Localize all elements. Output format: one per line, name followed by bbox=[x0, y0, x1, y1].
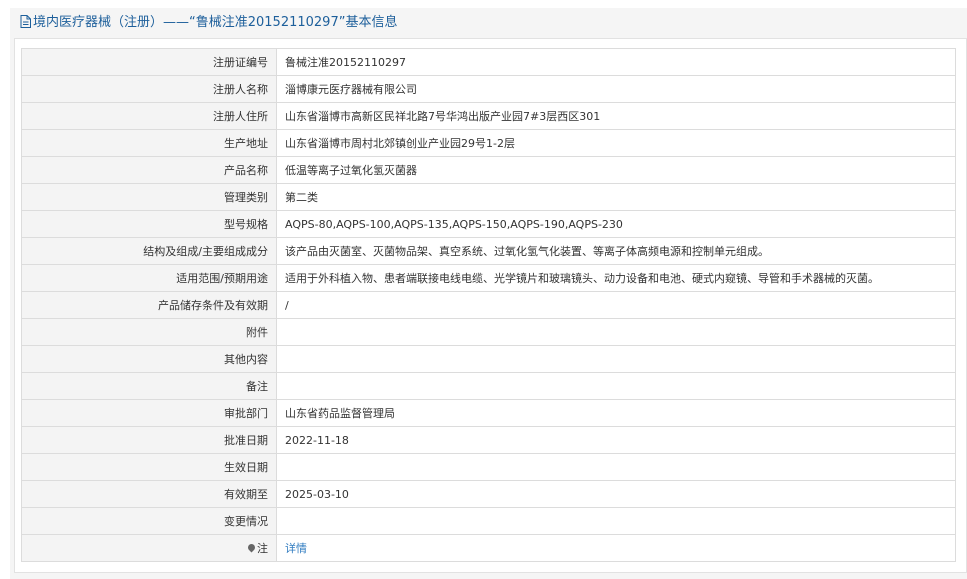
row-label: 变更情况 bbox=[21, 507, 277, 535]
table-row: 有效期至 2025-03-10 bbox=[21, 480, 956, 508]
page-header: 境内医疗器械（注册）——“鲁械注准20152110297”基本信息 bbox=[10, 8, 967, 38]
info-panel: 注册证编号 鲁械注准20152110297 注册人名称 淄博康元医疗器械有限公司 注册人… bbox=[14, 38, 967, 573]
row-value: 第二类 bbox=[276, 183, 956, 211]
row-value: 山东省淄博市周村北郊镇创业产业园29号1-2层 bbox=[276, 129, 956, 157]
table-row: 管理类别 第二类 bbox=[21, 183, 956, 211]
table-row: 适用范围/预期用途 适用于外科植入物、患者端联接电线电缆、光学镜片和玻璃镜头、动力… bbox=[21, 264, 956, 292]
row-value: / bbox=[276, 291, 956, 319]
document-icon bbox=[20, 10, 31, 38]
table-row: 附件 bbox=[21, 318, 956, 346]
info-table: 注册证编号 鲁械注准20152110297 注册人名称 淄博康元医疗器械有限公司 注册人… bbox=[21, 48, 956, 562]
row-value bbox=[276, 345, 956, 373]
row-label: 生产地址 bbox=[21, 129, 277, 157]
row-label: 其他内容 bbox=[21, 345, 277, 373]
row-label: 产品名称 bbox=[21, 156, 277, 184]
row-label: 批准日期 bbox=[21, 426, 277, 454]
row-value bbox=[276, 453, 956, 481]
row-label: 适用范围/预期用途 bbox=[21, 264, 277, 292]
table-row: 结构及组成/主要组成成分 该产品由灭菌室、灭菌物品架、真空系统、过氧化氢气化装置、… bbox=[21, 237, 956, 265]
table-row: 产品名称 低温等离子过氧化氢灭菌器 bbox=[21, 156, 956, 184]
table-row: 注册人名称 淄博康元医疗器械有限公司 bbox=[21, 75, 956, 103]
row-value: 该产品由灭菌室、灭菌物品架、真空系统、过氧化氢气化装置、等离子体高频电源和控制单… bbox=[276, 237, 956, 265]
table-row: 批准日期 2022-11-18 bbox=[21, 426, 956, 454]
row-value: 适用于外科植入物、患者端联接电线电缆、光学镜片和玻璃镜头、动力设备和电池、硬式内… bbox=[276, 264, 956, 292]
row-value bbox=[276, 507, 956, 535]
row-label: 注册人名称 bbox=[21, 75, 277, 103]
table-row-note: 注 详情 bbox=[21, 534, 956, 562]
row-value: 鲁械注准20152110297 bbox=[276, 48, 956, 76]
row-label: 产品储存条件及有效期 bbox=[21, 291, 277, 319]
note-label-cell: 注 bbox=[21, 534, 277, 562]
row-value: AQPS-80,AQPS-100,AQPS-135,AQPS-150,AQPS-… bbox=[276, 210, 956, 238]
row-value: 山东省淄博市高新区民祥北路7号华鸿出版产业园7#3层西区301 bbox=[276, 102, 956, 130]
row-value: 低温等离子过氧化氢灭菌器 bbox=[276, 156, 956, 184]
row-label: 结构及组成/主要组成成分 bbox=[21, 237, 277, 265]
table-row: 型号规格 AQPS-80,AQPS-100,AQPS-135,AQPS-150,A… bbox=[21, 210, 956, 238]
table-row: 产品储存条件及有效期 / bbox=[21, 291, 956, 319]
note-label: 注 bbox=[257, 542, 268, 555]
row-label: 注册证编号 bbox=[21, 48, 277, 76]
table-row: 审批部门 山东省药品监督管理局 bbox=[21, 399, 956, 427]
note-value-cell: 详情 bbox=[276, 534, 956, 562]
row-value bbox=[276, 318, 956, 346]
page-title: 境内医疗器械（注册）——“鲁械注准20152110297”基本信息 bbox=[33, 15, 398, 30]
row-value bbox=[276, 372, 956, 400]
row-label: 管理类别 bbox=[21, 183, 277, 211]
row-label: 附件 bbox=[21, 318, 277, 346]
table-row: 注册人住所 山东省淄博市高新区民祥北路7号华鸿出版产业园7#3层西区301 bbox=[21, 102, 956, 130]
details-link[interactable]: 详情 bbox=[285, 542, 307, 555]
row-value: 淄博康元医疗器械有限公司 bbox=[276, 75, 956, 103]
table-row: 生效日期 bbox=[21, 453, 956, 481]
row-value: 山东省药品监督管理局 bbox=[276, 399, 956, 427]
table-row: 其他内容 bbox=[21, 345, 956, 373]
row-label: 审批部门 bbox=[21, 399, 277, 427]
row-value: 2025-03-10 bbox=[276, 480, 956, 508]
page-container: 境内医疗器械（注册）——“鲁械注准20152110297”基本信息 注册证编号鲁… bbox=[10, 8, 967, 579]
row-label: 注册人住所 bbox=[21, 102, 277, 130]
table-row: 注册证编号 鲁械注准20152110297 bbox=[21, 48, 956, 76]
row-label: 生效日期 bbox=[21, 453, 277, 481]
row-label: 有效期至 bbox=[21, 480, 277, 508]
table-row: 备注 bbox=[21, 372, 956, 400]
table-row: 生产地址 山东省淄博市周村北郊镇创业产业园29号1-2层 bbox=[21, 129, 956, 157]
row-label: 备注 bbox=[21, 372, 277, 400]
row-label: 型号规格 bbox=[21, 210, 277, 238]
pin-icon bbox=[246, 542, 257, 553]
table-row: 变更情况 bbox=[21, 507, 956, 535]
row-value: 2022-11-18 bbox=[276, 426, 956, 454]
